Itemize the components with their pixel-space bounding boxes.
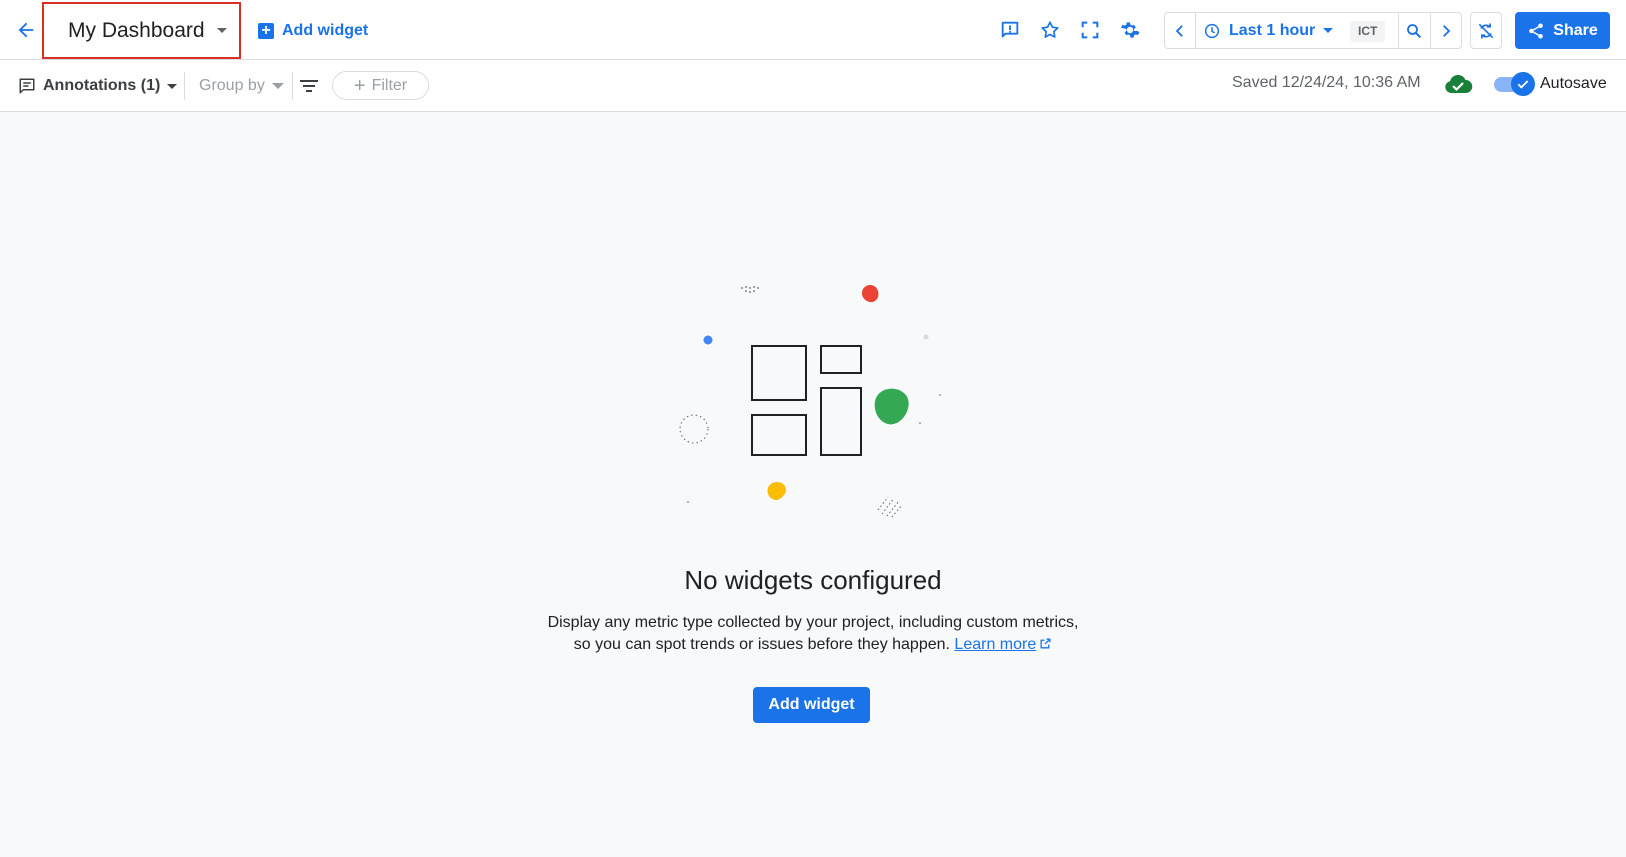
top-bar: My Dashboard + Add widget Last 1 hour IC… <box>0 0 1626 60</box>
auto-refresh-off-icon[interactable] <box>1470 12 1502 49</box>
caret-down-icon <box>271 83 284 89</box>
saved-status: Saved 12/24/24, 10:36 AM <box>1232 74 1421 91</box>
time-range-group: Last 1 hour ICT <box>1164 12 1462 49</box>
divider <box>292 72 293 100</box>
divider <box>184 72 185 100</box>
time-range-dropdown[interactable]: Last 1 hour <box>1204 13 1334 48</box>
empty-dashboard-illustration <box>679 285 941 518</box>
back-arrow-icon[interactable] <box>8 12 44 48</box>
empty-state-desc-line2: so you can spot trends or issues before … <box>573 636 950 653</box>
clock-icon <box>1204 23 1220 38</box>
dashboard-title-dropdown[interactable]: My Dashboard <box>42 2 241 59</box>
cloud-done-icon <box>1445 74 1473 93</box>
plus-icon: + <box>353 74 366 97</box>
empty-state-desc-line1: Display any metric type collected by you… <box>547 614 1079 631</box>
settings-gear-icon[interactable] <box>1112 12 1148 48</box>
filter-list-icon[interactable] <box>300 78 318 94</box>
learn-more-label: Learn more <box>954 636 1037 653</box>
time-range-label: Last 1 hour <box>1229 21 1316 39</box>
dashboard-title: My Dashboard <box>68 18 205 42</box>
fullscreen-icon[interactable] <box>1072 12 1108 48</box>
add-box-icon: + <box>258 23 274 39</box>
annotation-icon <box>19 78 35 94</box>
add-widget-top-button[interactable]: + Add widget <box>258 18 368 44</box>
autosave-label: Autosave <box>1540 75 1607 92</box>
group-by-label: Group by <box>199 77 265 94</box>
share-label: Share <box>1553 21 1598 39</box>
zoom-icon[interactable] <box>1398 13 1430 48</box>
caret-down-icon <box>216 28 227 33</box>
share-icon <box>1529 23 1544 38</box>
add-widget-button[interactable]: Add widget <box>753 687 870 723</box>
chevron-left-icon[interactable] <box>1165 13 1195 48</box>
learn-more-link[interactable]: Learn more <box>954 636 1052 653</box>
autosave-toggle[interactable] <box>1494 72 1536 96</box>
annotations-dropdown[interactable]: Annotations (1) <box>18 73 178 99</box>
add-filter-chip[interactable]: + Filter <box>332 71 429 100</box>
external-link-icon <box>1040 638 1051 649</box>
caret-down-icon <box>167 83 178 89</box>
chevron-right-icon[interactable] <box>1431 13 1461 48</box>
filter-label: Filter <box>371 76 408 94</box>
timezone-badge[interactable]: ICT <box>1350 21 1386 42</box>
star-icon[interactable] <box>1032 12 1068 48</box>
add-widget-top-label: Add widget <box>282 22 369 39</box>
empty-state-title: No widgets configured <box>684 565 942 595</box>
empty-state-description: Display any metric type collected by you… <box>463 612 1163 656</box>
caret-down-icon <box>1323 28 1334 33</box>
annotations-label: Annotations (1) <box>43 77 161 94</box>
check-icon <box>1511 72 1535 96</box>
feedback-icon[interactable] <box>992 12 1028 48</box>
group-by-dropdown[interactable]: Group by <box>199 73 284 99</box>
share-button[interactable]: Share <box>1515 12 1610 49</box>
